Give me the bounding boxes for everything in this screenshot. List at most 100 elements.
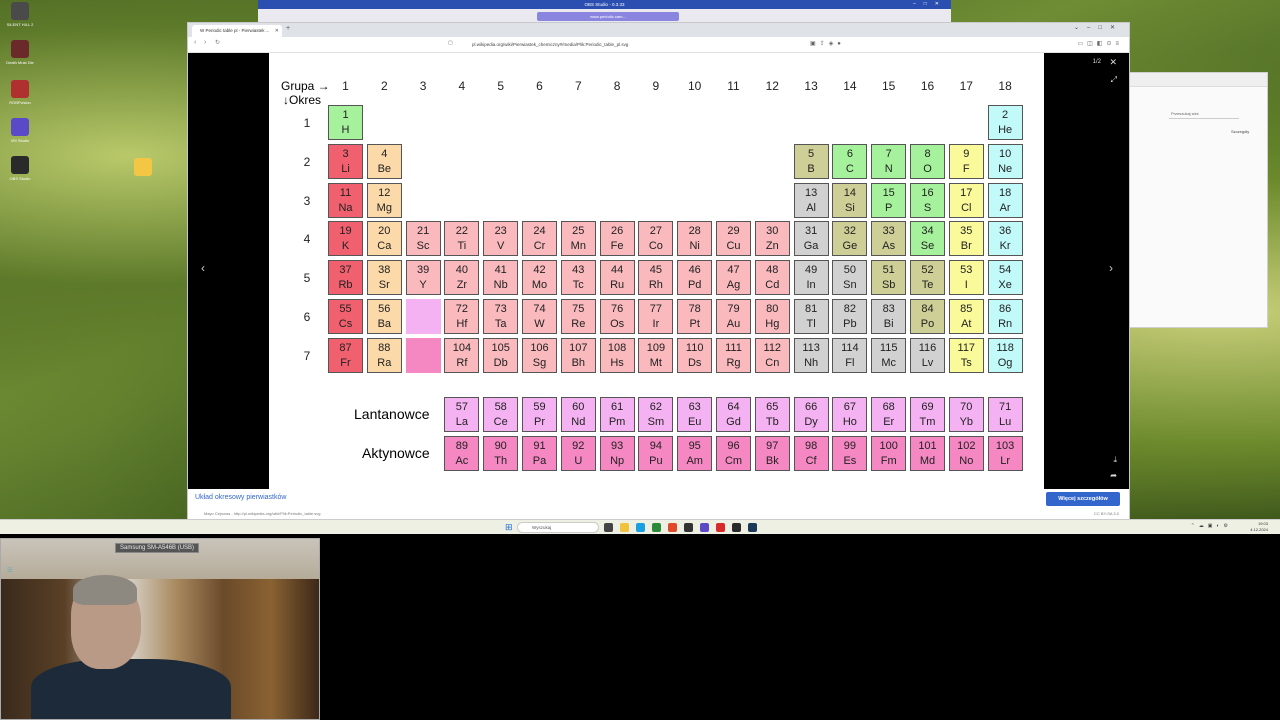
background-window-search[interactable]: Przeszukaj sieć <box>1169 109 1239 119</box>
atomic-number: 26 <box>610 225 624 238</box>
browser-window-controls[interactable]: ⌄–□✕ <box>1074 24 1123 31</box>
element-symbol: Hs <box>610 356 624 369</box>
element-ni: 28 Ni <box>677 221 713 257</box>
element-i: 53 I <box>948 260 984 296</box>
atomic-number: 67 <box>843 401 857 413</box>
element-symbol: Be <box>377 162 392 175</box>
element-no: 102 No <box>948 436 984 471</box>
download-icon[interactable]: ⤓ <box>1113 455 1117 465</box>
atomic-number: 22 <box>455 225 469 238</box>
atomic-number: 87 <box>339 341 352 354</box>
next-arrow-icon[interactable]: › <box>1109 261 1113 275</box>
app-icon[interactable] <box>700 523 709 532</box>
element-symbol: In <box>806 279 816 292</box>
element-symbol: Cs <box>338 318 353 330</box>
desktop-shortcut[interactable]: VM Studio <box>0 118 42 143</box>
brave-icon[interactable] <box>668 523 677 532</box>
element-symbol: La <box>455 416 469 428</box>
element-sg: 106 Sg <box>522 337 557 373</box>
element-lu: 71 Lu <box>987 397 1023 432</box>
app-icon[interactable] <box>716 523 725 532</box>
element-mn: 25 Mn <box>560 221 596 257</box>
reload-icon[interactable]: ↻ <box>215 39 220 46</box>
desktop-shortcut[interactable]: SILENT HILL 2 <box>0 2 42 27</box>
previous-arrow-icon[interactable]: ‹ <box>201 261 205 275</box>
taskview-icon[interactable] <box>604 523 613 532</box>
element-hg: 80 Hg <box>754 299 790 334</box>
atomic-number: 47 <box>727 264 740 277</box>
window-controls[interactable]: –□✕ <box>913 0 947 9</box>
atomic-number: 44 <box>610 264 624 277</box>
element-symbol: Kr <box>999 240 1011 253</box>
element-symbol: Tm <box>919 416 936 428</box>
element-k: 19 K <box>328 221 363 257</box>
periodic-table-image: Grupa → ↓Okres 1 2 3 4 5 6 7 8 9 10 11 12 13 14 15 16 17… <box>269 53 1044 489</box>
element-symbol: I <box>964 279 968 292</box>
element-symbol: Ga <box>803 240 819 253</box>
atomic-number: 78 <box>688 303 701 315</box>
element-symbol: Ca <box>377 240 392 253</box>
element-pu: 94 Pu <box>638 436 674 471</box>
desktop-shortcut[interactable]: ROBPvision <box>0 80 42 105</box>
background-window[interactable]: Przeszukaj sieć Szczegóły <box>1128 72 1268 328</box>
element-np: 93 Np <box>599 436 635 471</box>
atomic-number: 72 <box>455 303 469 315</box>
fullscreen-icon[interactable]: ⤢ <box>1111 75 1117 85</box>
atomic-number: 1 <box>342 109 349 121</box>
close-tab-icon[interactable]: ✕ <box>275 25 279 37</box>
desktop-shortcut[interactable]: OBS Studio <box>0 156 42 181</box>
obs-icon[interactable] <box>732 523 741 532</box>
element-symbol: Po <box>920 318 935 330</box>
explorer-icon[interactable] <box>620 523 629 532</box>
atomic-number: 5 <box>808 147 815 160</box>
toolbar-icons[interactable]: ▭◫◧⊙≡ <box>1077 40 1123 47</box>
hamburger-menu-icon[interactable]: ≡ <box>7 565 13 576</box>
element-n: 7N <box>871 143 907 179</box>
element-symbol: Sr <box>378 279 390 292</box>
obs-active-tab[interactable]: www.periodic.cam... <box>537 12 679 21</box>
element-symbol: W <box>534 318 545 330</box>
steam-icon[interactable] <box>748 523 757 532</box>
close-viewer-icon[interactable]: ✕ <box>1109 57 1117 68</box>
extension-icons[interactable]: ▣⇪◈● <box>810 40 845 47</box>
desktop-shortcut[interactable]: Death Must Die <box>0 40 42 65</box>
atomic-number: 23 <box>494 225 507 238</box>
atomic-number: 73 <box>494 303 507 315</box>
element-tm: 69 Tm <box>910 397 945 432</box>
element-symbol: Ds <box>687 356 702 369</box>
element-fr: 87 Fr <box>328 337 363 373</box>
shortcut-icon <box>11 80 29 98</box>
app-icon[interactable] <box>684 523 693 532</box>
browser-tab[interactable]: W Periodic table pl - Pierwiastek ... ✕ <box>192 25 282 37</box>
group-number: 4 <box>458 79 466 93</box>
image-caption[interactable]: Układ okresowy pierwiastków <box>195 494 286 501</box>
url-bar[interactable]: pl.wikipedia.org/wiki/Pierwiastek_chemic… <box>446 40 866 50</box>
new-tab-icon[interactable]: + <box>286 25 290 32</box>
atomic-number: 80 <box>766 303 779 315</box>
background-window-button[interactable]: Szczegóły <box>1231 129 1249 134</box>
windows-start-icon[interactable]: ⊞ <box>505 522 513 533</box>
element-mt: 109 Mt <box>638 337 674 373</box>
element-te: 52 Te <box>910 260 945 296</box>
element-tb: 65 Tb <box>754 397 790 432</box>
forward-icon[interactable]: › <box>204 39 206 46</box>
element-symbol: Li <box>341 162 350 175</box>
app-icon[interactable] <box>652 523 661 532</box>
element-f: 9F <box>948 143 984 179</box>
edge-icon[interactable] <box>636 523 645 532</box>
folder-icon[interactable] <box>121 158 165 176</box>
share-icon[interactable]: ➦ <box>1110 471 1117 480</box>
image-counter: 1/2 <box>1092 59 1101 65</box>
back-icon[interactable]: ‹ <box>194 39 196 46</box>
taskbar-search[interactable]: Wyszukaj <box>517 522 599 533</box>
tray-icons[interactable]: ⌃☁▣◐⚙ <box>1191 523 1232 529</box>
atomic-number: 90 <box>494 440 507 452</box>
clock[interactable]: 19:03 4.12.2024 <box>1250 521 1268 533</box>
element-ta: 73 Ta <box>483 299 519 334</box>
more-details-button[interactable]: Więcej szczegółów <box>1046 492 1120 506</box>
element-symbol: Sc <box>416 240 430 253</box>
element-fm: 100 Fm <box>871 436 907 471</box>
element-rh: 45 Rh <box>638 260 674 296</box>
lanthanides-label: Lantanowce <box>354 406 430 422</box>
element-pb: 82 Pb <box>832 299 868 334</box>
